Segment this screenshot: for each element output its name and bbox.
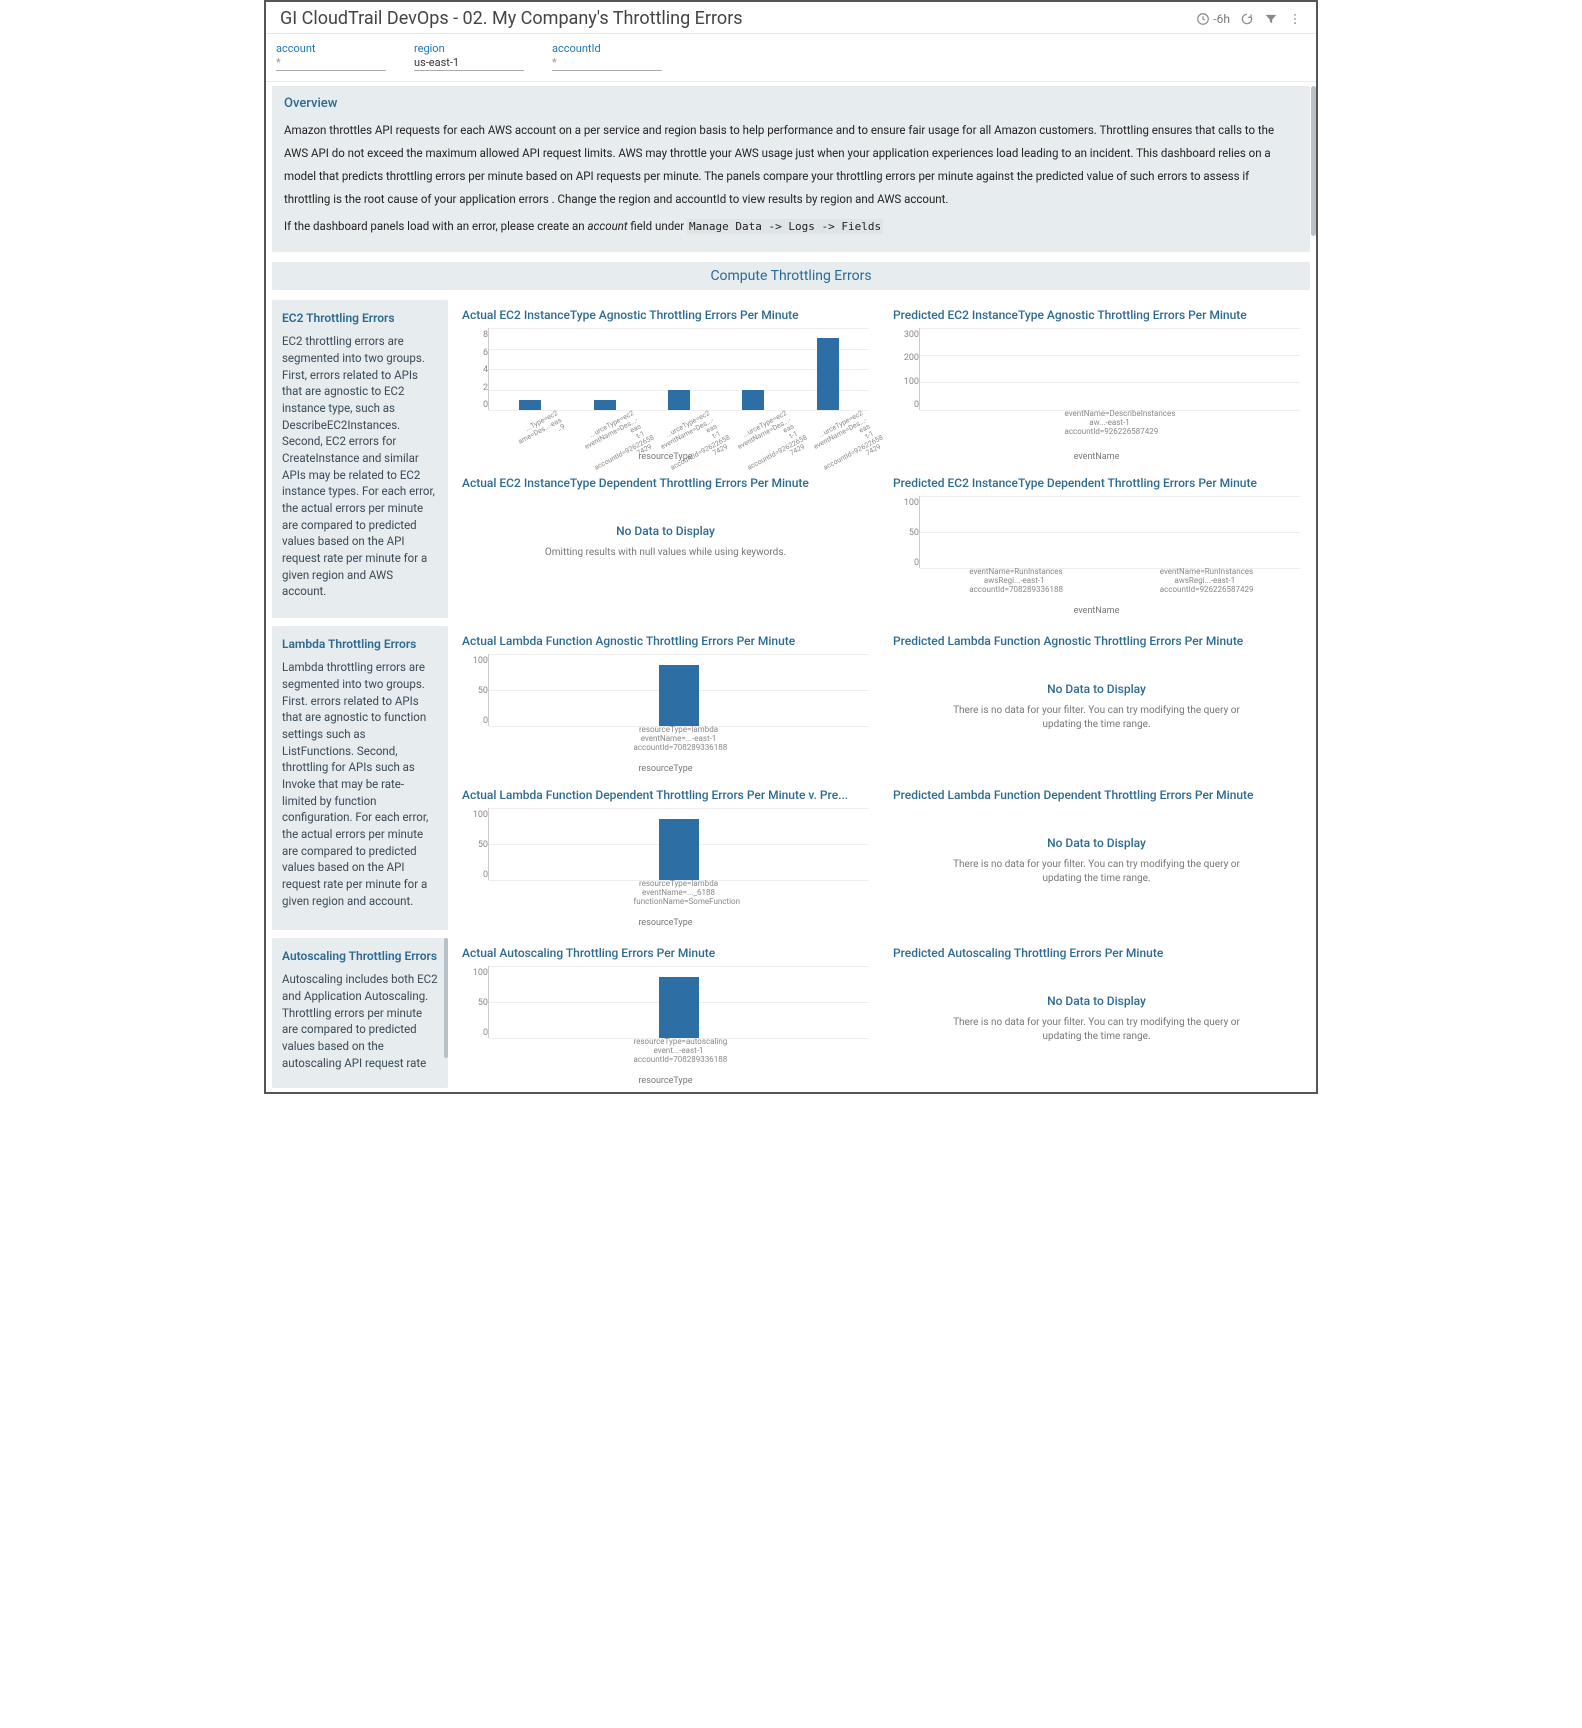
panel-title: Actual Lambda Function Agnostic Throttli… xyxy=(462,634,869,648)
ec2-side-title: EC2 Throttling Errors xyxy=(282,310,438,327)
filter-account[interactable]: account * xyxy=(276,42,386,71)
ec2-side-panel: EC2 Throttling Errors EC2 throttling err… xyxy=(272,300,448,618)
lambda-side-title: Lambda Throttling Errors xyxy=(282,636,438,653)
no-data-title: No Data to Display xyxy=(893,808,1300,858)
overview-text-1: Amazon throttles API requests for each A… xyxy=(284,119,1298,211)
section-banner-compute: Compute Throttling Errors xyxy=(272,262,1310,290)
no-data-sub: Omitting results with null values while … xyxy=(462,546,869,578)
panel-ec2-actual-agnostic: Actual EC2 InstanceType Agnostic Throttl… xyxy=(452,300,879,464)
chart-autoscaling-actual: 100500 resourceType=autoscaling event...… xyxy=(462,966,869,1084)
filter-icon[interactable] xyxy=(1264,12,1278,26)
scroll-indicator[interactable] xyxy=(1311,86,1316,236)
chart-lambda-actual-agnostic: 100500 resourceType=lambda eventName=...… xyxy=(462,654,869,772)
no-data-sub: There is no data for your filter. You ca… xyxy=(893,1016,1300,1062)
panel-autoscaling-actual: Actual Autoscaling Throttling Errors Per… xyxy=(452,938,879,1088)
lambda-side-text: Lambda throttling errors are segmented i… xyxy=(282,659,438,909)
panel-lambda-predicted-agnostic: Predicted Lambda Function Agnostic Throt… xyxy=(883,626,1310,776)
panel-title: Actual Lambda Function Dependent Throttl… xyxy=(462,788,869,802)
chart-ec2-predicted-dependent: 100500 eventName=R xyxy=(893,496,1300,614)
overview-panel: Overview Amazon throttles API requests f… xyxy=(272,86,1310,252)
panel-title: Predicted Autoscaling Throttling Errors … xyxy=(893,946,1300,960)
panel-ec2-predicted-agnostic: Predicted EC2 InstanceType Agnostic Thro… xyxy=(883,300,1310,464)
panel-title: Actual EC2 InstanceType Dependent Thrott… xyxy=(462,476,869,490)
more-icon[interactable] xyxy=(1288,12,1302,26)
time-range-picker[interactable]: -6h xyxy=(1196,12,1230,26)
autoscaling-side-panel: Autoscaling Throttling Errors Autoscalin… xyxy=(272,938,448,1088)
chart-ec2-predicted-agnostic: 3002001000 eventName=DescribeInstances a… xyxy=(893,328,1300,460)
filter-region[interactable]: region us-east-1 xyxy=(414,42,524,71)
autoscaling-side-text: Autoscaling includes both EC2 and Applic… xyxy=(282,971,438,1071)
no-data-title: No Data to Display xyxy=(893,654,1300,704)
filter-bar: account * region us-east-1 accountId * xyxy=(266,34,1316,82)
no-data-title: No Data to Display xyxy=(462,496,869,546)
header-bar: GI CloudTrail DevOps - 02. My Company's … xyxy=(266,2,1316,34)
panel-ec2-actual-dependent: Actual EC2 InstanceType Dependent Thrott… xyxy=(452,468,879,618)
filter-accountid[interactable]: accountId * xyxy=(552,42,662,71)
page-title: GI CloudTrail DevOps - 02. My Company's … xyxy=(280,8,1196,29)
panel-lambda-predicted-dependent: Predicted Lambda Function Dependent Thro… xyxy=(883,780,1310,930)
clock-icon xyxy=(1196,12,1210,26)
ec2-side-text: EC2 throttling errors are segmented into… xyxy=(282,333,438,600)
panel-title: Predicted Lambda Function Dependent Thro… xyxy=(893,788,1300,802)
panel-title: Actual Autoscaling Throttling Errors Per… xyxy=(462,946,869,960)
panel-title: Actual EC2 InstanceType Agnostic Throttl… xyxy=(462,308,869,322)
overview-title: Overview xyxy=(284,96,1298,111)
panel-title: Predicted Lambda Function Agnostic Throt… xyxy=(893,634,1300,648)
panel-lambda-actual-dependent: Actual Lambda Function Dependent Throttl… xyxy=(452,780,879,930)
chart-lambda-actual-dependent: 100500 resourceType=lambda eventName=...… xyxy=(462,808,869,926)
overview-text-2: If the dashboard panels load with an err… xyxy=(284,215,1298,238)
autoscaling-side-title: Autoscaling Throttling Errors xyxy=(282,948,438,965)
panel-title: Predicted EC2 InstanceType Agnostic Thro… xyxy=(893,308,1300,322)
panel-title: Predicted EC2 InstanceType Dependent Thr… xyxy=(893,476,1300,490)
lambda-side-panel: Lambda Throttling Errors Lambda throttli… xyxy=(272,626,448,930)
no-data-sub: There is no data for your filter. You ca… xyxy=(893,858,1300,904)
no-data-sub: There is no data for your filter. You ca… xyxy=(893,704,1300,750)
panel-autoscaling-predicted: Predicted Autoscaling Throttling Errors … xyxy=(883,938,1310,1088)
refresh-icon[interactable] xyxy=(1240,12,1254,26)
no-data-title: No Data to Display xyxy=(893,966,1300,1016)
panel-lambda-actual-agnostic: Actual Lambda Function Agnostic Throttli… xyxy=(452,626,879,776)
chart-ec2-actual-agnostic: 86420 ...Type=ec2 ame=Des...-eas ..9 ...… xyxy=(462,328,869,460)
scroll-indicator[interactable] xyxy=(444,938,448,1058)
panel-ec2-predicted-dependent: Predicted EC2 InstanceType Dependent Thr… xyxy=(883,468,1310,618)
